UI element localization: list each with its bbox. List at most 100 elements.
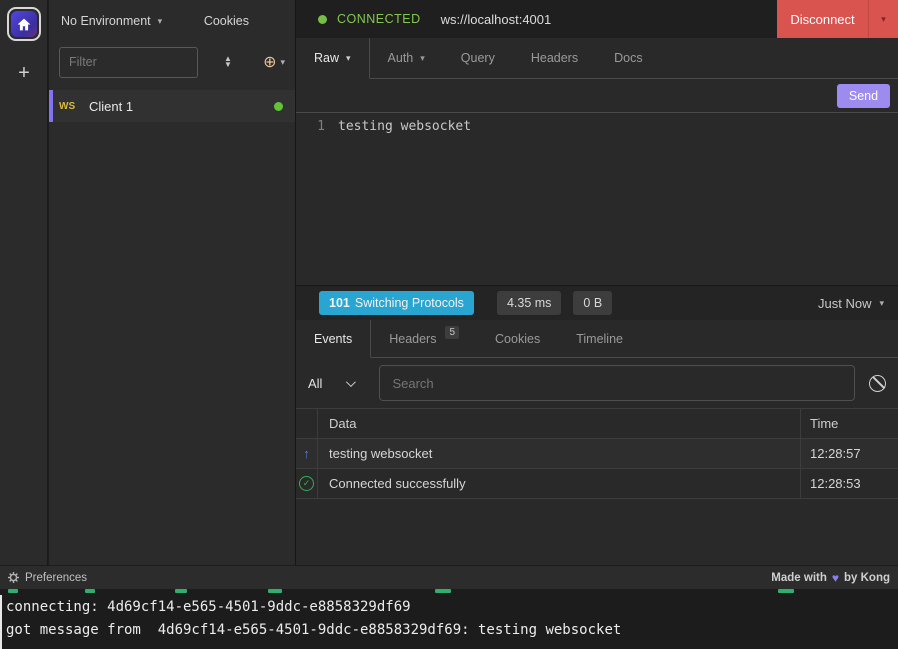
request-tabbar: Raw ▾ Auth ▾ Query Headers Docs xyxy=(296,38,898,79)
terminal-panel[interactable]: connecting: 4d69cf14-e565-4501-9ddc-e885… xyxy=(0,589,898,649)
status-text: Switching Protocols xyxy=(355,296,464,310)
disconnect-button[interactable]: Disconnect xyxy=(777,0,868,38)
sent-arrow-up-icon: ↑ xyxy=(303,446,310,461)
chevron-down-icon: ▾ xyxy=(420,53,425,64)
websocket-url[interactable]: ws://localhost:4001 xyxy=(441,12,552,27)
heart-icon: ♥ xyxy=(832,571,839,585)
preferences-button[interactable]: Preferences xyxy=(8,572,87,584)
status-code: 101 xyxy=(329,296,350,310)
tab-auth[interactable]: Auth ▾ xyxy=(370,38,443,79)
size-badge: 0 B xyxy=(573,291,612,315)
chevron-down-icon: ▾ xyxy=(280,57,285,68)
tab-label: Raw xyxy=(314,51,339,65)
event-type-value: All xyxy=(308,376,322,391)
sort-down-icon: ▼ xyxy=(224,62,232,68)
tab-raw[interactable]: Raw ▾ xyxy=(296,38,370,79)
preferences-label: Preferences xyxy=(25,572,87,584)
tab-label: Docs xyxy=(614,51,642,65)
editor-content[interactable]: testing websocket xyxy=(338,119,471,285)
environment-selector[interactable]: No Environment ▾ xyxy=(61,14,162,28)
tab-label: Headers xyxy=(389,332,436,346)
event-type-select[interactable]: All xyxy=(306,376,353,391)
filter-input[interactable] xyxy=(59,47,198,78)
headers-count-badge: 5 xyxy=(445,326,459,339)
table-row[interactable]: ✓ Connected successfully 12:28:53 xyxy=(296,469,898,499)
tab-label: Headers xyxy=(531,51,578,65)
send-button[interactable]: Send xyxy=(837,84,890,108)
search-input[interactable] xyxy=(379,365,855,401)
terminal-clipped-text xyxy=(8,589,18,593)
chevron-down-icon: ▾ xyxy=(158,16,163,27)
tab-label: Timeline xyxy=(576,332,623,346)
terminal-line: connecting: 4d69cf14-e565-4501-9ddc-e885… xyxy=(6,599,411,615)
tab-response-cookies[interactable]: Cookies xyxy=(477,320,558,358)
event-time: 12:28:57 xyxy=(801,439,898,468)
new-project-button[interactable]: + xyxy=(0,58,48,88)
connection-bar: CONNECTED ws://localhost:4001 Disconnect… xyxy=(296,0,898,38)
events-filter-row: All xyxy=(296,358,898,408)
client-name: Client 1 xyxy=(89,99,133,114)
home-button[interactable] xyxy=(7,7,41,41)
activity-bar: + xyxy=(0,0,48,565)
environment-label: No Environment xyxy=(61,14,151,28)
sort-icon[interactable]: ▲ ▼ xyxy=(224,56,232,68)
response-tabbar: Events Headers 5 Cookies Timeline xyxy=(296,320,898,358)
event-data: testing websocket xyxy=(318,439,801,468)
tab-response-headers[interactable]: Headers 5 xyxy=(371,320,477,358)
terminal-left-edge xyxy=(0,595,2,649)
tab-label: Events xyxy=(314,332,352,346)
tab-headers[interactable]: Headers xyxy=(513,38,596,79)
tab-label: Query xyxy=(461,51,495,65)
time-column-header: Time xyxy=(801,409,898,438)
credit-suffix: by Kong xyxy=(844,572,890,584)
status-badge: 101 Switching Protocols xyxy=(319,291,474,315)
main-panel: CONNECTED ws://localhost:4001 Disconnect… xyxy=(295,0,898,565)
icon-column-header xyxy=(296,409,318,438)
tab-docs[interactable]: Docs xyxy=(596,38,660,79)
terminal-clipped-text xyxy=(435,589,451,593)
tabbar-filler xyxy=(641,320,898,358)
gear-icon xyxy=(8,572,19,583)
chevron-down-icon: ▾ xyxy=(879,298,884,309)
tabbar-filler xyxy=(661,38,898,79)
ws-method-tag: WS xyxy=(59,101,89,112)
plus-circle-icon: ⊕ xyxy=(263,52,276,72)
disconnect-dropdown-button[interactable]: ▾ xyxy=(868,0,898,38)
sidebar-header: No Environment ▾ Cookies xyxy=(49,0,295,42)
plus-icon: + xyxy=(18,62,30,85)
timestamp-label: Just Now xyxy=(818,296,871,311)
table-header-row: Data Time xyxy=(296,409,898,439)
tab-events[interactable]: Events xyxy=(296,320,371,358)
chevron-down-icon xyxy=(346,377,356,387)
response-meta-bar: 101 Switching Protocols 4.35 ms 0 B Just… xyxy=(296,285,898,320)
table-row[interactable]: ↑ testing websocket 12:28:57 xyxy=(296,439,898,469)
terminal-clipped-text xyxy=(175,589,187,593)
connection-status-label: CONNECTED xyxy=(337,12,421,26)
events-table: Data Time ↑ testing websocket 12:28:57 ✓… xyxy=(296,408,898,499)
cookies-button[interactable]: Cookies xyxy=(204,14,249,28)
chevron-down-icon: ▾ xyxy=(346,53,351,64)
app-status-bar: Preferences Made with ♥ by Kong xyxy=(0,565,898,589)
sidebar: No Environment ▾ Cookies ▲ ▼ ⊕ ▾ WS Clie… xyxy=(49,0,295,565)
response-history-dropdown[interactable]: Just Now ▾ xyxy=(818,296,884,311)
tab-label: Auth xyxy=(388,51,414,65)
credit-prefix: Made with xyxy=(771,572,827,584)
elapsed-time-badge: 4.35 ms xyxy=(497,291,561,315)
terminal-clipped-text xyxy=(778,589,794,593)
event-data: Connected successfully xyxy=(318,469,801,498)
sidebar-item-client-1[interactable]: WS Client 1 xyxy=(49,90,295,122)
clear-events-icon[interactable] xyxy=(869,375,886,392)
disconnect-split-button: Disconnect ▾ xyxy=(777,0,898,38)
connected-dot-icon xyxy=(274,102,283,111)
chevron-down-icon: ▾ xyxy=(881,14,886,25)
terminal-line: got message from 4d69cf14-e565-4501-9ddc… xyxy=(6,622,621,638)
terminal-clipped-text xyxy=(85,589,95,593)
tab-timeline[interactable]: Timeline xyxy=(558,320,641,358)
create-request-button[interactable]: ⊕ ▾ xyxy=(263,52,285,72)
send-row: Send xyxy=(296,79,898,112)
check-circle-icon: ✓ xyxy=(299,476,314,491)
line-number: 1 xyxy=(296,119,338,285)
tab-query[interactable]: Query xyxy=(443,38,513,79)
home-icon xyxy=(11,11,37,37)
message-editor[interactable]: 1 testing websocket xyxy=(296,112,898,285)
